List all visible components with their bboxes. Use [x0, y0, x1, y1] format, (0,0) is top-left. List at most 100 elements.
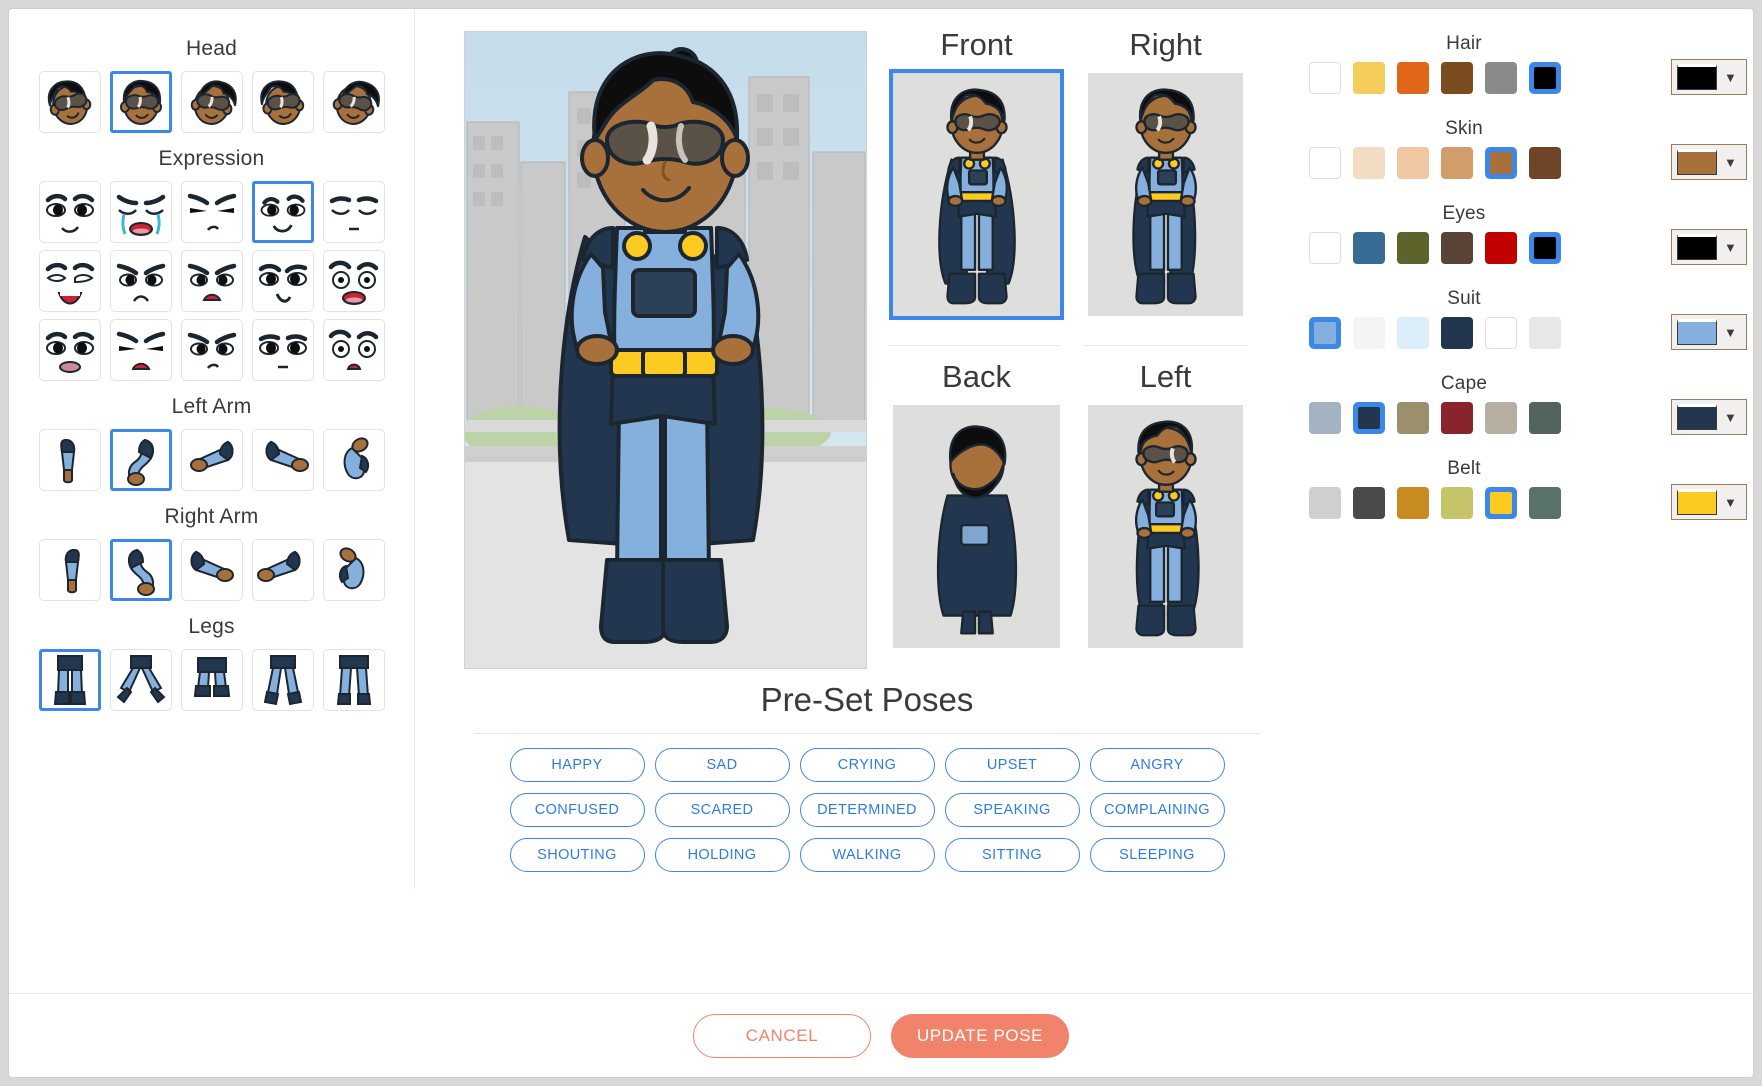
cancel-button[interactable]: CANCEL [693, 1013, 871, 1058]
pose-button-determined[interactable]: DETERMINED [799, 793, 935, 827]
swatch-eyes-5[interactable] [1529, 232, 1561, 264]
swatch-eyes-2[interactable] [1397, 232, 1429, 264]
swatch-hair-3[interactable] [1441, 62, 1473, 94]
head-row-item-1[interactable] [109, 71, 172, 133]
larm-row-item-0[interactable] [38, 429, 101, 491]
expression-item-7[interactable] [180, 250, 243, 312]
legs-row-item-0[interactable] [38, 649, 101, 711]
larm-row-item-2[interactable] [180, 429, 243, 491]
pose-button-scared[interactable]: SCARED [654, 793, 790, 827]
color-picker-hair[interactable]: ▼ [1671, 59, 1747, 95]
color-picker-cape[interactable]: ▼ [1671, 399, 1747, 435]
expression-item-11[interactable] [109, 319, 172, 381]
swatch-belt-2[interactable] [1397, 487, 1429, 519]
pose-button-speaking[interactable]: SPEAKING [944, 793, 1080, 827]
swatch-belt-5[interactable] [1529, 487, 1561, 519]
legs-row-item-1[interactable] [109, 649, 172, 711]
expression-item-12[interactable] [180, 319, 243, 381]
view-front-frame[interactable] [889, 69, 1064, 320]
pose-button-crying[interactable]: CRYING [799, 748, 935, 782]
view-back[interactable]: Back [889, 359, 1064, 652]
pose-button-happy[interactable]: HAPPY [509, 748, 645, 782]
pose-button-confused[interactable]: CONFUSED [509, 793, 645, 827]
swatch-cape-5[interactable] [1529, 402, 1561, 434]
pose-button-upset[interactable]: UPSET [944, 748, 1080, 782]
expression-item-6[interactable] [109, 250, 172, 312]
swatch-belt-3[interactable] [1441, 487, 1473, 519]
swatch-suit-0[interactable] [1309, 317, 1341, 349]
swatch-hair-0[interactable] [1309, 62, 1341, 94]
head-row-item-2[interactable] [180, 71, 243, 133]
swatch-belt-4[interactable] [1485, 487, 1517, 519]
expression-item-5[interactable] [38, 250, 101, 312]
swatch-suit-1[interactable] [1353, 317, 1385, 349]
swatch-cape-4[interactable] [1485, 402, 1517, 434]
rarm-row-item-3[interactable] [251, 539, 314, 601]
swatch-eyes-1[interactable] [1353, 232, 1385, 264]
color-picker-eyes[interactable]: ▼ [1671, 229, 1747, 265]
legs-row-item-3[interactable] [251, 649, 314, 711]
swatch-hair-1[interactable] [1353, 62, 1385, 94]
view-back-frame[interactable] [889, 401, 1064, 652]
swatch-skin-3[interactable] [1441, 147, 1473, 179]
swatch-skin-1[interactable] [1353, 147, 1385, 179]
larm-row-item-1[interactable] [109, 429, 172, 491]
swatch-skin-0[interactable] [1309, 147, 1341, 179]
expression-item-4[interactable] [322, 181, 385, 243]
larm-row-item-3[interactable] [251, 429, 314, 491]
view-right-frame[interactable] [1084, 69, 1247, 320]
pose-button-complaining[interactable]: COMPLAINING [1089, 793, 1225, 827]
swatch-skin-2[interactable] [1397, 147, 1429, 179]
expression-item-0[interactable] [38, 181, 101, 243]
larm-row-item-4[interactable] [322, 429, 385, 491]
expression-item-1[interactable] [109, 181, 172, 243]
legs-row-item-4[interactable] [322, 649, 385, 711]
expression-item-14[interactable] [322, 319, 385, 381]
pose-button-shouting[interactable]: SHOUTING [509, 838, 645, 872]
view-front[interactable]: Front [889, 27, 1064, 320]
swatch-eyes-3[interactable] [1441, 232, 1473, 264]
pose-button-sad[interactable]: SAD [654, 748, 790, 782]
expression-item-3[interactable] [251, 181, 314, 243]
swatch-eyes-0[interactable] [1309, 232, 1341, 264]
swatch-suit-4[interactable] [1485, 317, 1517, 349]
swatch-belt-0[interactable] [1309, 487, 1341, 519]
rarm-row-item-0[interactable] [38, 539, 101, 601]
expression-item-10[interactable] [38, 319, 101, 381]
rarm-row-item-1[interactable] [109, 539, 172, 601]
expression-item-13[interactable] [251, 319, 314, 381]
view-right[interactable]: Right [1084, 27, 1247, 320]
view-left[interactable]: Left [1084, 359, 1247, 652]
expression-item-9[interactable] [322, 250, 385, 312]
color-picker-suit[interactable]: ▼ [1671, 314, 1747, 350]
expression-item-8[interactable] [251, 250, 314, 312]
swatch-suit-5[interactable] [1529, 317, 1561, 349]
swatch-cape-2[interactable] [1397, 402, 1429, 434]
swatch-skin-5[interactable] [1529, 147, 1561, 179]
swatch-belt-1[interactable] [1353, 487, 1385, 519]
character-preview-canvas[interactable] [464, 31, 867, 669]
head-row-item-4[interactable] [322, 71, 385, 133]
swatch-hair-2[interactable] [1397, 62, 1429, 94]
update-pose-button[interactable]: UPDATE POSE [891, 1013, 1069, 1058]
swatch-hair-5[interactable] [1529, 62, 1561, 94]
head-row-item-0[interactable] [38, 71, 101, 133]
expression-item-2[interactable] [180, 181, 243, 243]
head-row-item-3[interactable] [251, 71, 314, 133]
swatch-eyes-4[interactable] [1485, 232, 1517, 264]
swatch-cape-1[interactable] [1353, 402, 1385, 434]
swatch-suit-3[interactable] [1441, 317, 1473, 349]
color-picker-skin[interactable]: ▼ [1671, 144, 1747, 180]
pose-button-walking[interactable]: WALKING [799, 838, 935, 872]
swatch-cape-0[interactable] [1309, 402, 1341, 434]
pose-button-angry[interactable]: ANGRY [1089, 748, 1225, 782]
pose-button-holding[interactable]: HOLDING [654, 838, 790, 872]
rarm-row-item-2[interactable] [180, 539, 243, 601]
legs-row-item-2[interactable] [180, 649, 243, 711]
swatch-skin-4[interactable] [1485, 147, 1517, 179]
rarm-row-item-4[interactable] [322, 539, 385, 601]
swatch-suit-2[interactable] [1397, 317, 1429, 349]
pose-button-sleeping[interactable]: SLEEPING [1089, 838, 1225, 872]
color-picker-belt[interactable]: ▼ [1671, 484, 1747, 520]
swatch-hair-4[interactable] [1485, 62, 1517, 94]
